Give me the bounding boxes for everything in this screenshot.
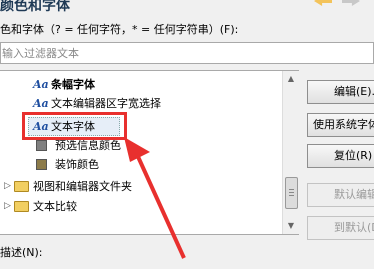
grip-line <box>289 195 294 196</box>
tree-item-label: 条幅字体 <box>51 78 95 91</box>
description-label: 描述(N): <box>0 246 43 259</box>
tree-item-label: 视图和编辑器文件夹 <box>33 180 132 193</box>
filter-field[interactable] <box>0 42 374 64</box>
folder-icon <box>14 180 29 192</box>
edit-button[interactable]: 编辑(E)... <box>307 80 374 104</box>
tree-item-label: 装饰颜色 <box>55 158 99 171</box>
edit-default-button: 默认编辑( <box>307 183 374 207</box>
scroll-up-icon[interactable]: ▲ <box>283 71 299 87</box>
expand-icon[interactable]: ▷ <box>4 201 12 211</box>
tree-item[interactable]: 装饰颜色 <box>36 153 99 175</box>
dialog-title: 颜色和字体 <box>0 0 70 14</box>
tree-scrollbar[interactable]: ▲ ▼ <box>282 71 299 234</box>
back-arrow-icon[interactable] <box>314 0 332 6</box>
tree-item-label: 文本比较 <box>33 200 77 213</box>
go-to-default-button: 到默认(D) <box>307 216 374 240</box>
tree-item-folder[interactable]: ▷ 文本比较 <box>4 195 77 217</box>
grip-line <box>289 192 294 193</box>
use-system-font-button[interactable]: 使用系统字体 <box>307 113 374 137</box>
tree-item-folder[interactable]: ▷ 视图和编辑器文件夹 <box>4 175 132 197</box>
color-swatch-icon <box>36 139 47 151</box>
grip-line <box>289 189 294 190</box>
scroll-down-icon[interactable]: ▼ <box>283 218 299 234</box>
filter-input[interactable] <box>1 43 373 63</box>
folder-icon <box>14 200 29 212</box>
color-swatch-icon <box>36 158 47 170</box>
colors-fonts-tree[interactable]: Aa 条幅字体 Aa 文本编辑器区字宽选择 Aa 文本字体 预选信息颜色 装饰颜… <box>0 70 299 235</box>
font-icon: Aa <box>33 77 49 91</box>
reset-button[interactable]: 复位(R) <box>307 144 374 168</box>
scroll-thumb[interactable] <box>285 177 298 209</box>
annotation-highlight-box <box>22 112 127 140</box>
expand-icon[interactable]: ▷ <box>4 181 12 191</box>
navigation <box>314 0 360 6</box>
forward-arrow-icon[interactable] <box>342 0 360 6</box>
tree-item[interactable]: Aa 文本编辑器区字宽选择 <box>33 92 161 114</box>
font-icon: Aa <box>33 96 49 110</box>
tree-item-label: 文本编辑器区字宽选择 <box>51 97 161 110</box>
filter-hint: 色和字体（? = 任何字符，* = 任何字符串）(F): <box>0 23 239 36</box>
